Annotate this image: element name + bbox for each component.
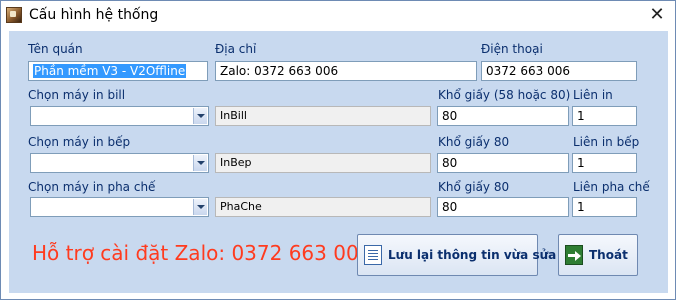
kitchen-paper-label: Khổ giấy 80 xyxy=(438,135,510,149)
support-contact-text: Hỗ trợ cài đặt Zalo: 0372 663 006 xyxy=(32,241,372,265)
kitchen-printer-select[interactable] xyxy=(30,153,209,173)
bar-paper-field[interactable]: 80 xyxy=(437,197,569,217)
kitchen-paper-field[interactable]: 80 xyxy=(437,153,569,173)
kitchen-copies-field[interactable]: 1 xyxy=(572,153,637,173)
phone-field[interactable]: 0372 663 006 xyxy=(481,61,637,81)
bar-printer-label: Chọn máy in pha chế xyxy=(28,180,156,194)
bill-copies-label: Liên in xyxy=(573,88,613,102)
kitchen-printer-label: Chọn máy in bếp xyxy=(28,135,131,149)
title-bar: Cấu hình hệ thống ✕ xyxy=(1,1,675,31)
bill-printer-select[interactable] xyxy=(30,106,209,126)
save-button-label: Lưu lại thông tin vừa sửa xyxy=(388,248,557,262)
chevron-down-icon[interactable] xyxy=(193,155,207,171)
address-label: Địa chỉ xyxy=(215,42,257,56)
bill-print-name-field[interactable]: InBill xyxy=(215,106,431,126)
bill-printer-label: Chọn máy in bill xyxy=(28,88,126,102)
shop-name-label: Tên quán xyxy=(28,42,83,56)
bar-print-name-field[interactable]: PhaChe xyxy=(215,197,431,217)
chevron-down-icon[interactable] xyxy=(193,199,207,215)
shop-name-value: Phần mềm V3 - V2Offline xyxy=(33,64,187,78)
save-document-icon xyxy=(364,245,382,265)
bill-copies-field[interactable]: 1 xyxy=(572,106,637,126)
save-button[interactable]: Lưu lại thông tin vừa sửa xyxy=(357,234,556,276)
kitchen-copies-label: Liên in bếp xyxy=(573,135,640,149)
address-field[interactable]: Zalo: 0372 663 006 xyxy=(215,61,477,81)
phone-label: Điện thoại xyxy=(481,42,543,56)
bar-printer-select[interactable] xyxy=(30,197,209,217)
bill-paper-field[interactable]: 80 xyxy=(437,106,569,126)
exit-button[interactable]: Thoát xyxy=(558,234,638,276)
app-icon xyxy=(6,7,22,23)
bill-paper-label: Khổ giấy (58 hoặc 80) xyxy=(438,88,571,102)
settings-panel: Tên quán Phần mềm V3 - V2Offline Địa chỉ… xyxy=(9,31,668,293)
kitchen-print-name-field[interactable]: InBep xyxy=(215,153,431,173)
close-icon[interactable]: ✕ xyxy=(645,4,669,26)
bar-copies-label: Liên pha chế xyxy=(573,180,650,194)
settings-window: Cấu hình hệ thống ✕ Tên quán Phần mềm V3… xyxy=(0,0,676,300)
exit-button-label: Thoát xyxy=(589,248,628,262)
window-title: Cấu hình hệ thống xyxy=(29,7,159,23)
shop-name-field[interactable]: Phần mềm V3 - V2Offline xyxy=(28,61,208,81)
bar-paper-label: Khổ giấy 80 xyxy=(438,180,510,194)
exit-door-icon xyxy=(565,245,583,265)
chevron-down-icon[interactable] xyxy=(193,108,207,124)
bar-copies-field[interactable]: 1 xyxy=(572,197,637,217)
